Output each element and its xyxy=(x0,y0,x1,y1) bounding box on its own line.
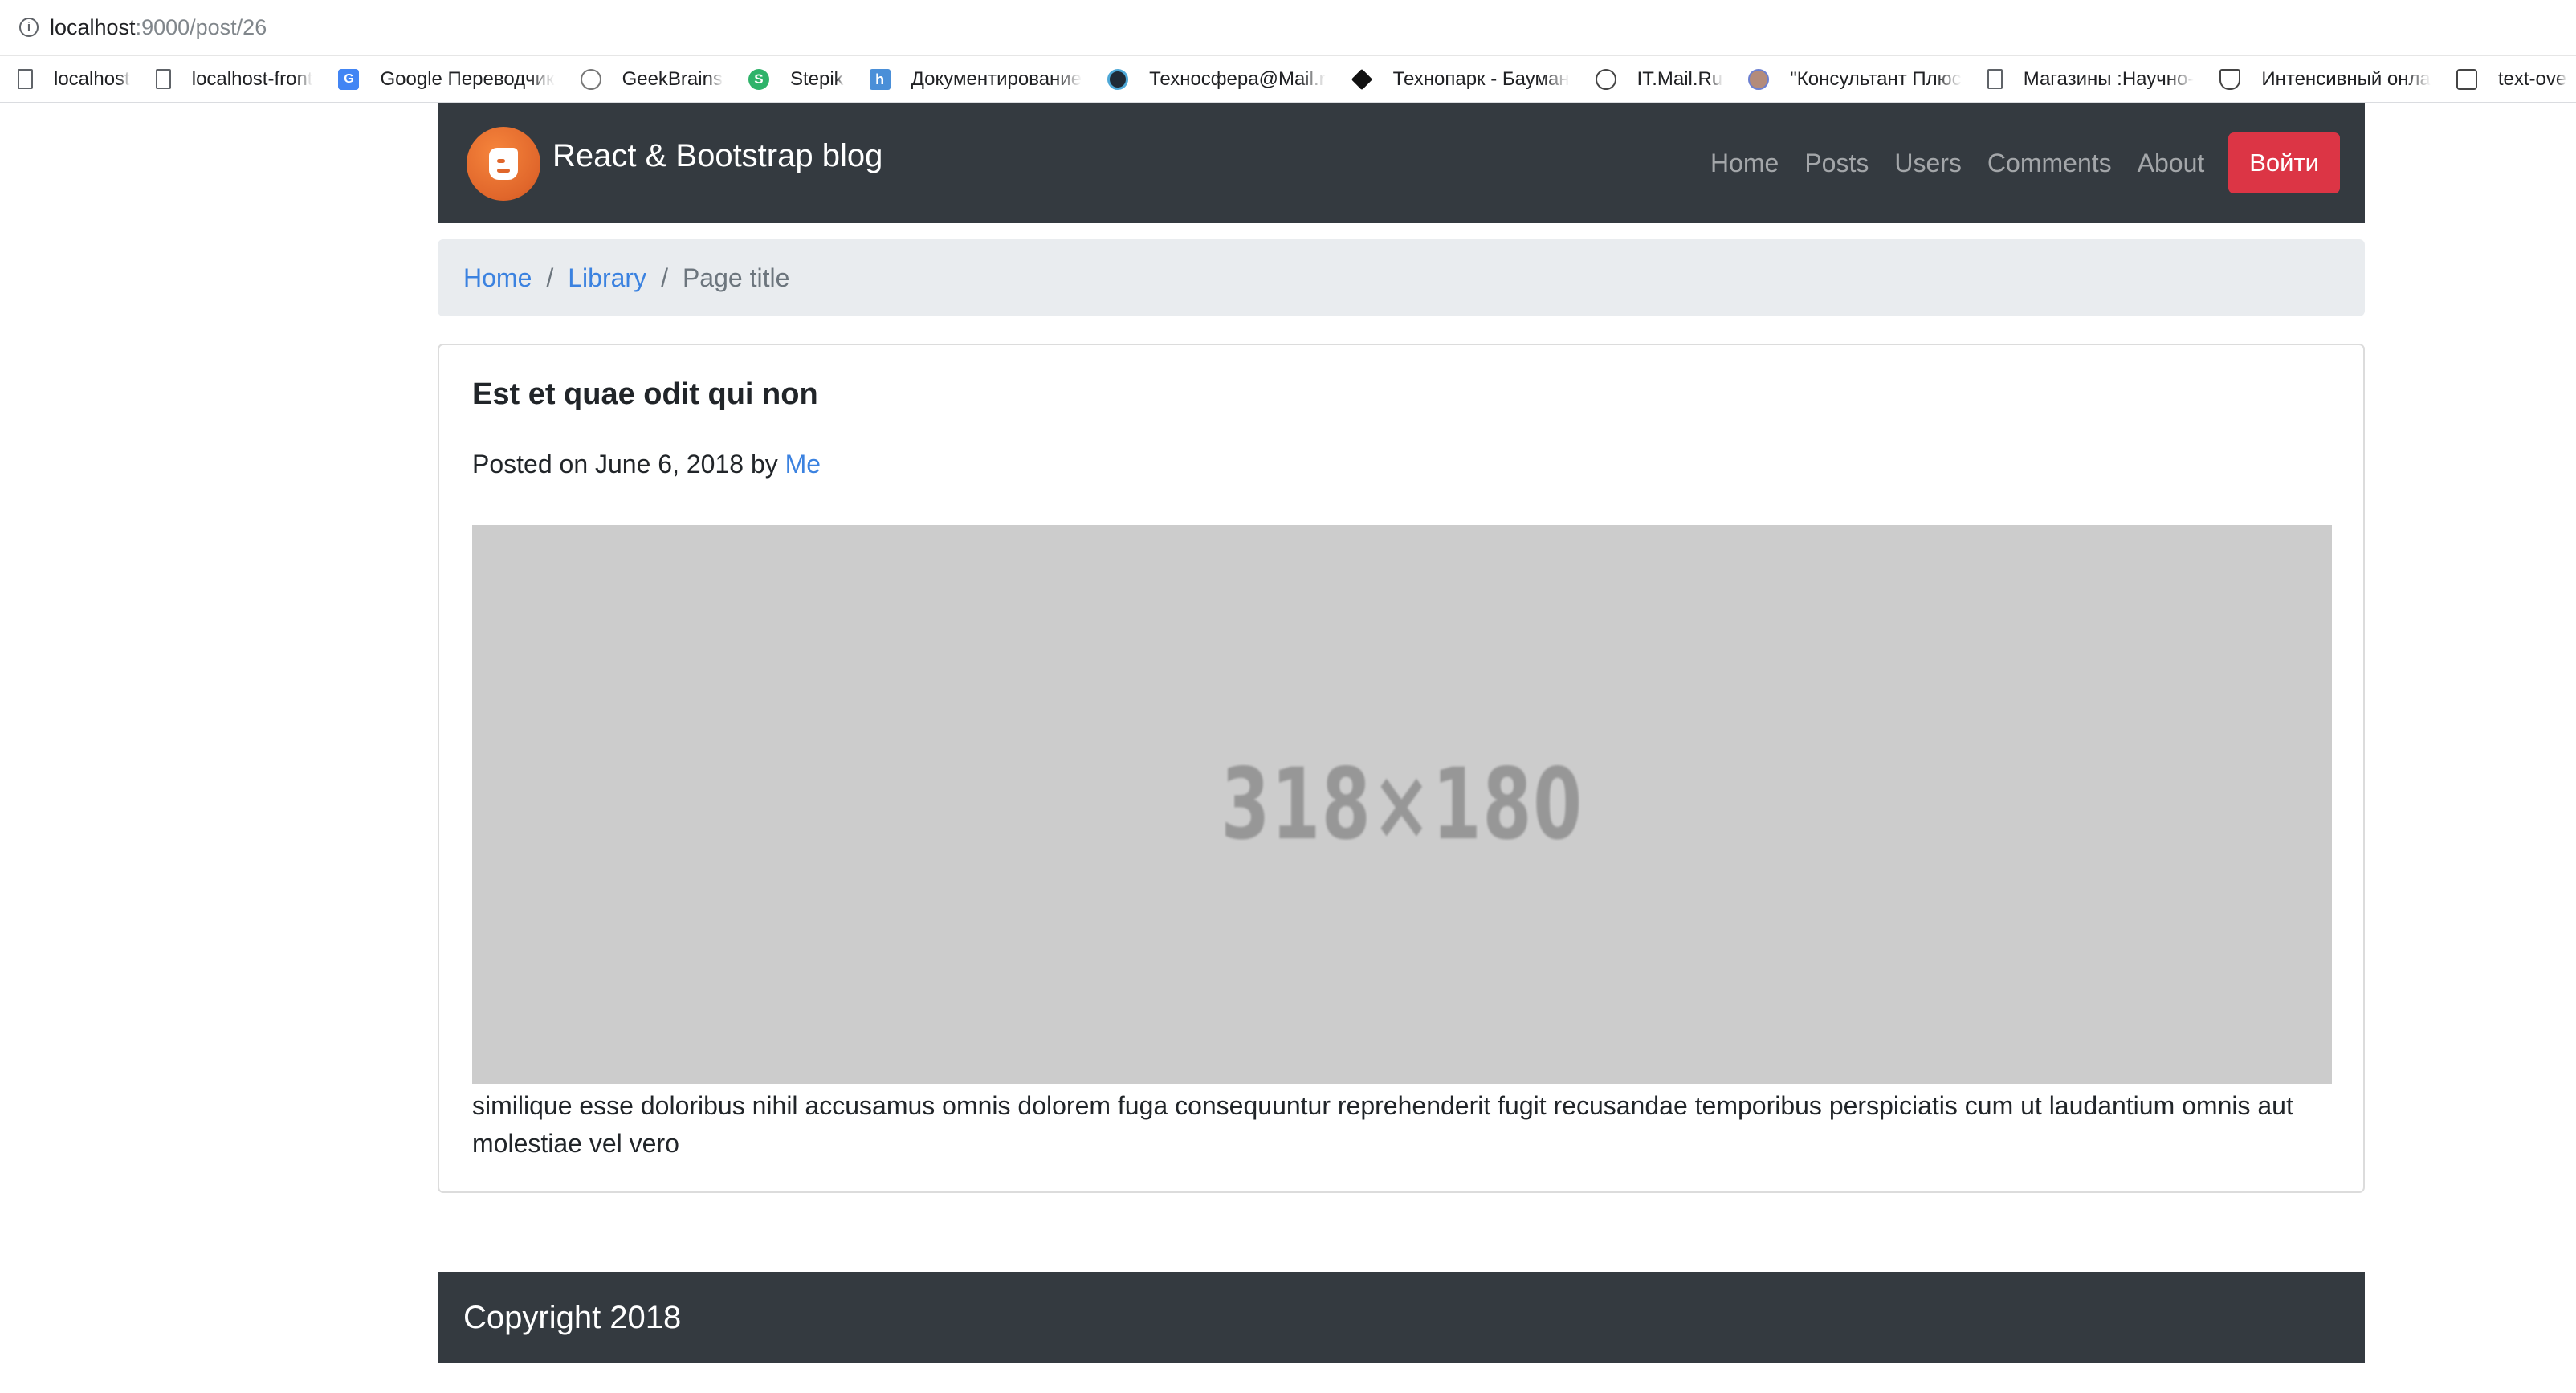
breadcrumb-separator: / xyxy=(661,263,668,292)
bookmark-label: IT.Mail.Ru xyxy=(1636,67,1723,90)
bookmark-shops[interactable]: Магазины :Научно- xyxy=(1987,67,2195,91)
bookmark-label: localhost-front xyxy=(191,67,313,90)
blogger-logo-icon[interactable] xyxy=(467,127,540,201)
navbar: React & Bootstrap blog Home Posts Users … xyxy=(438,103,2365,223)
nav-link-home[interactable]: Home xyxy=(1710,149,1779,178)
stepik-icon: S xyxy=(748,68,769,90)
bookmark-stepik[interactable]: S Stepik xyxy=(748,68,844,91)
copyright-text: Copyright 2018 xyxy=(463,1299,682,1335)
bookmark-label: "Консультант Плюс xyxy=(1790,67,1962,90)
h-icon: h xyxy=(869,68,891,90)
author-link[interactable]: Me xyxy=(785,450,821,479)
breadcrumb-library[interactable]: Library xyxy=(568,263,646,293)
bookmark-docs[interactable]: h Документирование xyxy=(869,67,1082,91)
login-button[interactable]: Войти xyxy=(2228,132,2340,193)
bookmark-label: Магазины :Научно- xyxy=(2023,67,2195,90)
bookmark-localhost-front[interactable]: localhost-front xyxy=(155,67,313,91)
url-host: localhost xyxy=(50,15,136,39)
nav-link-users[interactable]: Users xyxy=(1894,149,1962,178)
chat-icon xyxy=(2456,68,2477,90)
bookmark-label: Технопарк - Бауман xyxy=(1392,67,1570,90)
bookmark-google-translate[interactable]: G Google Переводчик xyxy=(338,67,555,91)
avatar-icon xyxy=(1748,68,1770,90)
bookmark-technosphere[interactable]: Техносфера@Mail.r xyxy=(1107,68,1326,91)
info-icon[interactable]: i xyxy=(19,18,39,37)
nav-link-posts[interactable]: Posts xyxy=(1804,149,1869,178)
bookmark-geekbrains[interactable]: GeekBrains xyxy=(580,67,723,91)
diamond-icon xyxy=(1351,68,1372,90)
bookmarks-bar: localhost localhost-front G Google Перево… xyxy=(0,56,2576,103)
nav-link-about[interactable]: About xyxy=(2138,149,2205,178)
itmail-icon xyxy=(1595,68,1616,90)
breadcrumb: Home / Library / Page title xyxy=(438,239,2365,316)
bookmark-label: Интенсивный онла xyxy=(2261,67,2431,90)
bookmark-label: Google Переводчик xyxy=(380,67,555,90)
placeholder-size-text: 318×180 xyxy=(1221,747,1584,861)
bookmark-label: Техносфера@Mail.r xyxy=(1149,67,1326,90)
bookmark-intensive[interactable]: Интенсивный онла xyxy=(2219,68,2431,91)
footer: Copyright 2018 xyxy=(438,1272,2365,1363)
nav-links: Home Posts Users Comments About Войти xyxy=(1710,103,2365,223)
bookmark-localhost[interactable]: localhost xyxy=(18,68,130,91)
bookmark-label: localhost xyxy=(54,67,130,90)
bookmark-text-overflow[interactable]: text-ove xyxy=(2456,68,2566,91)
page-icon xyxy=(18,69,33,89)
page-icon xyxy=(155,69,171,89)
bookmark-label: Stepik xyxy=(789,67,844,90)
bookmark-label: GeekBrains xyxy=(622,67,723,90)
nav-link-comments[interactable]: Comments xyxy=(1987,149,2112,178)
posted-on-text: Posted on June 6, 2018 by xyxy=(472,450,785,479)
bookmark-technopark[interactable]: Технопарк - Бауман xyxy=(1351,68,1570,91)
breadcrumb-separator: / xyxy=(546,263,554,292)
globe-icon xyxy=(1107,68,1129,90)
shield-icon xyxy=(2219,68,2241,90)
post-image-placeholder: 318×180 xyxy=(472,525,2332,1084)
post-meta: Posted on June 6, 2018 by Me xyxy=(472,450,821,479)
geekbrains-icon xyxy=(580,68,601,90)
post-card: Est et quae odit qui non Posted on June … xyxy=(438,344,2365,1193)
brand-title[interactable]: React & Bootstrap blog xyxy=(552,138,882,174)
address-bar[interactable]: i localhost:9000/post/26 xyxy=(0,0,2576,56)
post-title: Est et quae odit qui non xyxy=(472,377,818,411)
post-body: similique esse doloribus nihil accusamus… xyxy=(472,1091,2293,1158)
url-text[interactable]: localhost:9000/post/26 xyxy=(50,14,267,40)
bookmark-label: text-ove xyxy=(2497,67,2567,90)
bookmark-consultant[interactable]: "Консультант Плюс xyxy=(1748,67,1962,91)
page-icon xyxy=(1987,69,2003,89)
bookmark-label: Документирование xyxy=(911,67,1082,90)
url-path: :9000/post/26 xyxy=(135,15,267,39)
google-translate-icon: G xyxy=(338,68,360,90)
bookmark-itmail[interactable]: IT.Mail.Ru xyxy=(1595,67,1723,91)
breadcrumb-current: Page title xyxy=(682,263,790,292)
breadcrumb-home[interactable]: Home xyxy=(463,263,532,293)
